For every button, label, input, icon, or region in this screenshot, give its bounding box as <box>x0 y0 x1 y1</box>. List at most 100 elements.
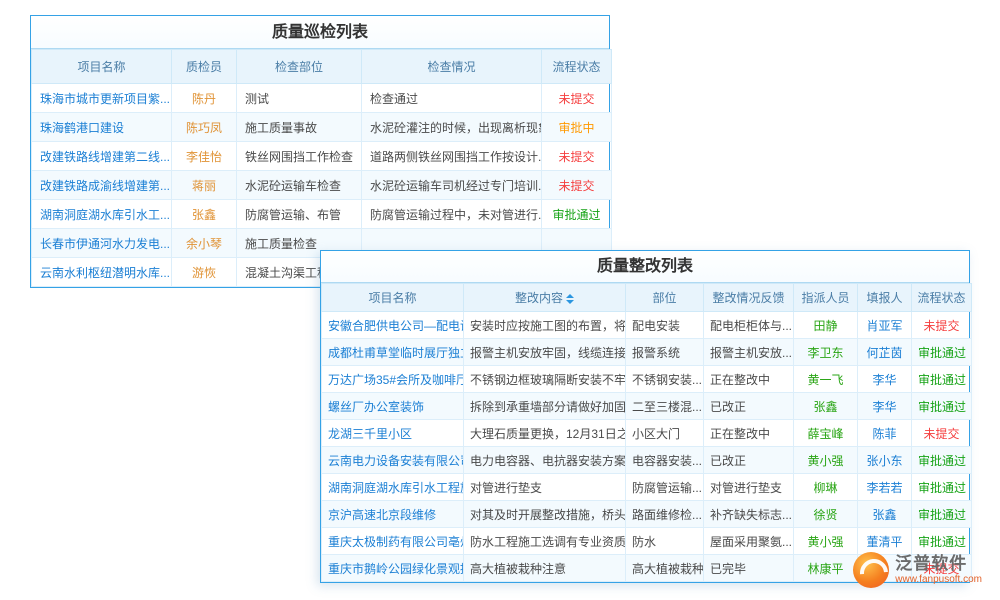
cell-flow-status: 审批通过 <box>912 366 972 393</box>
cell-assignee[interactable]: 林康平 <box>794 555 858 582</box>
cell-project-name[interactable]: 螺丝厂办公室装饰 <box>322 393 464 420</box>
cell-filler[interactable]: 李若若 <box>858 474 912 501</box>
cell-project-name[interactable]: 云南电力设备安装有限公司20... <box>322 447 464 474</box>
rectification-table: 项目名称 整改内容 部位 整改情况反馈 指派人员 填报人 流程状态 安徽合肥供电… <box>321 283 972 582</box>
table-row: 万达广场35#会所及咖啡厅空...不锈钢边框玻璃隔断安装不牢...不锈钢安装..… <box>322 366 972 393</box>
cell-filler[interactable]: 张小东 <box>858 447 912 474</box>
column-header-feedback: 整改情况反馈 <box>704 284 794 312</box>
cell-project-name[interactable]: 湖南洞庭湖水库引水工程施工... <box>322 474 464 501</box>
column-header-flow-status: 流程状态 <box>542 50 612 84</box>
cell-assignee[interactable]: 黄小强 <box>794 528 858 555</box>
cell-filler[interactable]: 李华 <box>858 393 912 420</box>
column-header-check-part: 检查部位 <box>237 50 362 84</box>
table-row: 改建铁路线增建第二线...李佳怡铁丝网围挡工作检查道路两侧铁丝网围挡工作按设计.… <box>32 142 612 171</box>
cell-assignee[interactable]: 李卫东 <box>794 339 858 366</box>
table-row: 京沪高速北京段维修对其及时开展整改措施，桥头...路面维修检...补齐缺失标志.… <box>322 501 972 528</box>
rectification-list-card: 质量整改列表 项目名称 整改内容 部位 整改情况反馈 指派人员 填报人 流程状态… <box>320 250 970 583</box>
table-header-row: 项目名称 整改内容 部位 整改情况反馈 指派人员 填报人 流程状态 <box>322 284 972 312</box>
cell-check-part: 铁丝网围挡工作检查 <box>237 142 362 171</box>
cell-feedback: 已改正 <box>704 447 794 474</box>
cell-inspector[interactable]: 陈丹 <box>172 84 237 113</box>
cell-inspector[interactable]: 游恢 <box>172 258 237 287</box>
cell-assignee[interactable]: 张鑫 <box>794 393 858 420</box>
cell-check-situation: 检查通过 <box>362 84 542 113</box>
cell-part: 路面维修检... <box>626 501 704 528</box>
cell-filler[interactable]: 张鑫 <box>858 501 912 528</box>
column-header-check-situation: 检查情况 <box>362 50 542 84</box>
cell-check-part: 测试 <box>237 84 362 113</box>
rectification-table-title: 质量整改列表 <box>321 251 969 283</box>
cell-project-name[interactable]: 改建铁路成渝线增建第... <box>32 171 172 200</box>
cell-project-name[interactable]: 重庆太极制药有限公司亳州中... <box>322 528 464 555</box>
cell-rectify-content: 拆除到承重墙部分请做好加固... <box>464 393 626 420</box>
cell-project-name[interactable]: 成都杜甫草堂临时展厅独立展... <box>322 339 464 366</box>
cell-assignee[interactable]: 徐贤 <box>794 501 858 528</box>
cell-check-situation: 水泥砼灌注的时候，出现离析现象 <box>362 113 542 142</box>
cell-flow-status: 审批通过 <box>542 200 612 229</box>
cell-flow-status: 未提交 <box>912 420 972 447</box>
cell-feedback: 正在整改中 <box>704 366 794 393</box>
cell-part: 防腐管运输... <box>626 474 704 501</box>
cell-project-name[interactable]: 龙湖三千里小区 <box>322 420 464 447</box>
table-header-row: 项目名称 质检员 检查部位 检查情况 流程状态 <box>32 50 612 84</box>
vendor-url[interactable]: www.fanpusoft.com <box>895 574 982 585</box>
cell-inspector[interactable]: 陈巧凤 <box>172 113 237 142</box>
cell-rectify-content: 大理石质量更换，12月31日之... <box>464 420 626 447</box>
inspection-table-title: 质量巡检列表 <box>31 16 609 49</box>
cell-part: 二至三楼混... <box>626 393 704 420</box>
cell-feedback: 配电柜柜体与... <box>704 312 794 339</box>
cell-project-name[interactable]: 云南水利枢纽潜明水库... <box>32 258 172 287</box>
cell-project-name[interactable]: 万达广场35#会所及咖啡厅空... <box>322 366 464 393</box>
cell-assignee[interactable]: 田静 <box>794 312 858 339</box>
cell-project-name[interactable]: 重庆市鹅岭公园绿化景观提升... <box>322 555 464 582</box>
cell-part: 小区大门 <box>626 420 704 447</box>
cell-rectify-content: 不锈钢边框玻璃隔断安装不牢... <box>464 366 626 393</box>
table-row: 湖南洞庭湖水库引水工...张鑫防腐管运输、布管防腐管运输过程中，未对管进行...… <box>32 200 612 229</box>
column-header-rectify-content: 整改内容 <box>464 284 626 312</box>
cell-project-name[interactable]: 安徽合肥供电公司—配电设备... <box>322 312 464 339</box>
cell-project-name[interactable]: 长春市伊通河水力发电... <box>32 229 172 258</box>
cell-inspector[interactable]: 余小琴 <box>172 229 237 258</box>
cell-assignee[interactable]: 黄小强 <box>794 447 858 474</box>
cell-rectify-content: 安装时应按施工图的布置，将... <box>464 312 626 339</box>
cell-feedback: 已改正 <box>704 393 794 420</box>
cell-filler[interactable]: 肖亚军 <box>858 312 912 339</box>
cell-project-name[interactable]: 湖南洞庭湖水库引水工... <box>32 200 172 229</box>
vendor-brand-name: 泛普软件 <box>895 555 982 574</box>
cell-rectify-content: 对其及时开展整改措施，桥头... <box>464 501 626 528</box>
cell-flow-status: 未提交 <box>542 171 612 200</box>
cell-assignee[interactable]: 柳琳 <box>794 474 858 501</box>
cell-inspector[interactable]: 李佳怡 <box>172 142 237 171</box>
cell-flow-status: 审批通过 <box>912 528 972 555</box>
cell-inspector[interactable]: 张鑫 <box>172 200 237 229</box>
table-row: 云南电力设备安装有限公司20...电力电容器、电抗器安装方案,...电容器安装.… <box>322 447 972 474</box>
cell-part: 配电安装 <box>626 312 704 339</box>
cell-filler[interactable]: 何芷茵 <box>858 339 912 366</box>
cell-inspector[interactable]: 蒋丽 <box>172 171 237 200</box>
cell-flow-status: 审批通过 <box>912 447 972 474</box>
table-row: 螺丝厂办公室装饰拆除到承重墙部分请做好加固...二至三楼混...已改正张鑫李华审… <box>322 393 972 420</box>
table-row: 珠海鹤港口建设陈巧凤施工质量事故水泥砼灌注的时候，出现离析现象审批中 <box>32 113 612 142</box>
cell-part: 防水 <box>626 528 704 555</box>
cell-project-name[interactable]: 京沪高速北京段维修 <box>322 501 464 528</box>
column-header-inspector: 质检员 <box>172 50 237 84</box>
cell-filler[interactable]: 李华 <box>858 366 912 393</box>
cell-check-part: 施工质量事故 <box>237 113 362 142</box>
cell-project-name[interactable]: 改建铁路线增建第二线... <box>32 142 172 171</box>
cell-assignee[interactable]: 薛宝峰 <box>794 420 858 447</box>
cell-check-situation: 水泥砼运输车司机经过专门培训... <box>362 171 542 200</box>
column-header-label: 整改内容 <box>515 291 563 305</box>
cell-rectify-content: 报警主机安放牢固，线缆连接... <box>464 339 626 366</box>
cell-filler[interactable]: 董清平 <box>858 528 912 555</box>
table-row: 湖南洞庭湖水库引水工程施工...对管进行垫支防腐管运输...对管进行垫支柳琳李若… <box>322 474 972 501</box>
cell-assignee[interactable]: 黄一飞 <box>794 366 858 393</box>
cell-project-name[interactable]: 珠海鹤港口建设 <box>32 113 172 142</box>
cell-check-part: 防腐管运输、布管 <box>237 200 362 229</box>
cell-part: 不锈钢安装... <box>626 366 704 393</box>
sort-icon[interactable] <box>566 294 574 304</box>
cell-project-name[interactable]: 珠海市城市更新项目紫... <box>32 84 172 113</box>
cell-filler[interactable]: 陈菲 <box>858 420 912 447</box>
cell-part: 高大植被栽种 <box>626 555 704 582</box>
table-row: 安徽合肥供电公司—配电设备...安装时应按施工图的布置，将...配电安装配电柜柜… <box>322 312 972 339</box>
table-row: 改建铁路成渝线增建第...蒋丽水泥砼运输车检查水泥砼运输车司机经过专门培训...… <box>32 171 612 200</box>
